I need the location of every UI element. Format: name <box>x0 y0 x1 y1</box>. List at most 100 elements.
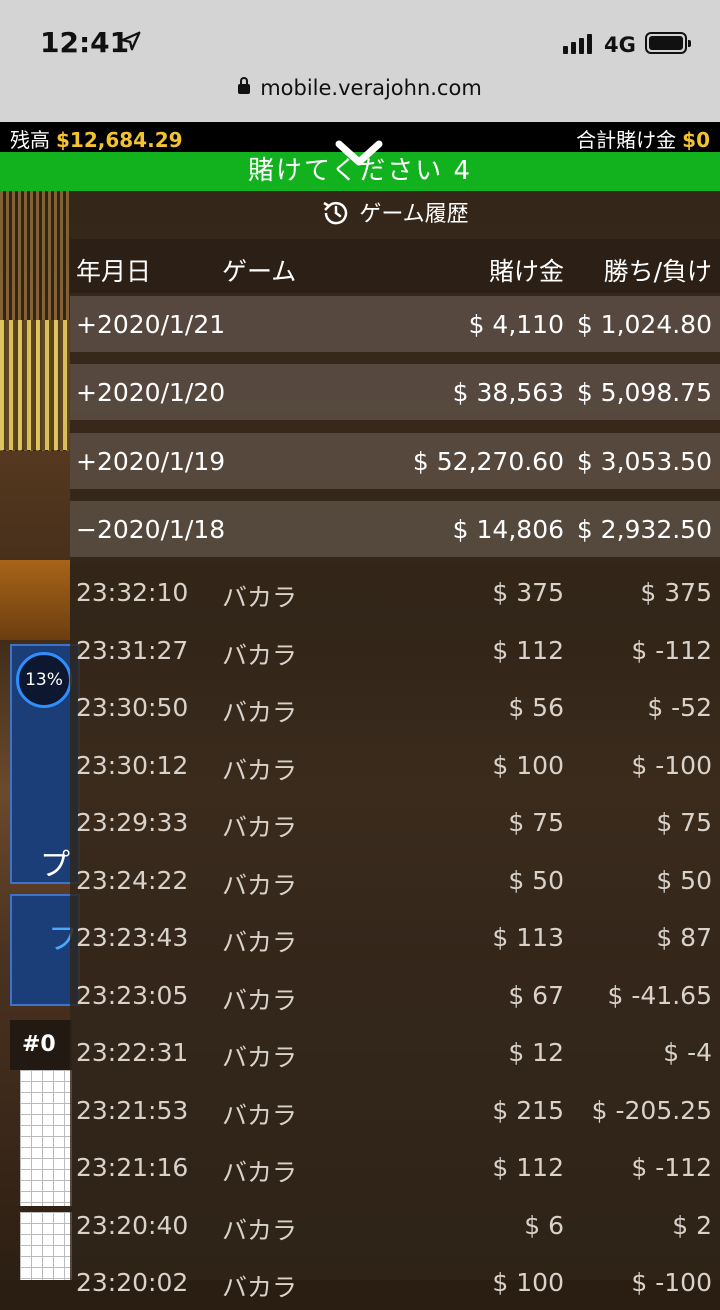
game-bet: $ 56 <box>508 693 564 722</box>
game-bet: $ 113 <box>492 923 564 952</box>
history-table-header: 年月日 ゲーム 賭け金 勝ち/負け <box>70 239 720 293</box>
game-history-title: ゲーム履歴 <box>70 191 720 239</box>
day-date: −2020/1/18 <box>76 515 226 544</box>
total-bet: 合計賭け金 $0 <box>576 124 710 153</box>
game-win-loss: $ 87 <box>656 923 712 952</box>
balance-label: 残高 <box>10 128 50 152</box>
history-game-row[interactable]: 23:21:16 バカラ $ 112 $ -112 <box>70 1138 720 1195</box>
game-win-loss: $ -52 <box>647 693 712 722</box>
game-bet: $ 67 <box>508 981 564 1010</box>
game-bet: $ 100 <box>492 751 564 780</box>
history-day-row[interactable]: +2020/1/20 $ 38,563 $ 5,098.75 <box>70 364 720 420</box>
day-date: +2020/1/21 <box>76 310 226 339</box>
game-time: 23:21:16 <box>76 1153 189 1182</box>
game-time: 23:20:02 <box>76 1268 189 1297</box>
url-text: mobile.verajohn.com <box>260 76 482 100</box>
game-bet: $ 112 <box>492 1153 564 1182</box>
game-name: バカラ <box>222 1101 298 1130</box>
game-time: 23:20:40 <box>76 1211 189 1240</box>
casino-lights-image <box>0 320 70 450</box>
game-win-loss: $ -205.25 <box>591 1096 712 1125</box>
game-time: 23:23:05 <box>76 981 189 1010</box>
day-win-loss: $ 3,053.50 <box>576 447 712 476</box>
history-game-row[interactable]: 23:20:02 バカラ $ 100 $ -100 <box>70 1253 720 1310</box>
game-bet: $ 6 <box>524 1211 564 1240</box>
column-header-date: 年月日 <box>76 257 152 286</box>
day-win-loss: $ 2,932.50 <box>576 515 712 544</box>
game-win-loss: $ 2 <box>672 1211 712 1240</box>
game-time: 23:31:27 <box>76 636 189 665</box>
game-name: バカラ <box>222 641 298 670</box>
column-header-bet: 賭け金 <box>488 257 564 286</box>
column-header-game: ゲーム <box>222 257 297 286</box>
game-time: 23:30:50 <box>76 693 189 722</box>
game-name: バカラ <box>222 928 298 957</box>
url-bar[interactable]: mobile.verajohn.com <box>0 76 720 100</box>
game-win-loss: $ -41.65 <box>607 981 712 1010</box>
battery-icon <box>645 32 691 54</box>
game-bet: $ 112 <box>492 636 564 665</box>
game-name: バカラ <box>222 871 298 900</box>
game-bet: $ 12 <box>508 1038 564 1067</box>
game-name: バカラ <box>222 1158 298 1187</box>
scoreboard-grid <box>20 1212 72 1280</box>
game-history-title-text: ゲーム履歴 <box>359 202 469 227</box>
day-date: +2020/1/19 <box>76 447 226 476</box>
game-win-loss: $ -100 <box>631 751 712 780</box>
history-game-row[interactable]: 23:21:53 バカラ $ 215 $ -205.25 <box>70 1081 720 1138</box>
game-time: 23:22:31 <box>76 1038 189 1067</box>
history-game-row[interactable]: 23:30:12 バカラ $ 100 $ -100 <box>70 736 720 793</box>
history-game-row[interactable]: 23:30:50 バカラ $ 56 $ -52 <box>70 678 720 735</box>
cellular-signal-icon <box>563 34 592 54</box>
game-bet: $ 375 <box>492 578 564 607</box>
road-label: #0 <box>10 1020 72 1070</box>
balance-value: $12,684.29 <box>56 128 183 152</box>
history-game-row[interactable]: 23:20:40 バカラ $ 6 $ 2 <box>70 1196 720 1253</box>
game-name: バカラ <box>222 583 298 612</box>
history-day-row[interactable]: +2020/1/19 $ 52,270.60 $ 3,053.50 <box>70 433 720 489</box>
status-bar: 12:41 4G mobile.verajohn.com <box>0 0 720 122</box>
chevron-down-icon[interactable] <box>333 136 385 170</box>
game-time: 23:24:22 <box>76 866 189 895</box>
history-game-row[interactable]: 23:29:33 バカラ $ 75 $ 75 <box>70 793 720 850</box>
clock: 12:41 <box>40 26 130 59</box>
game-time: 23:23:43 <box>76 923 189 952</box>
game-name: バカラ <box>222 1043 298 1072</box>
game-name: バカラ <box>222 756 298 785</box>
scoreboard-grid <box>20 1070 72 1206</box>
lock-icon <box>238 77 251 94</box>
game-name: バカラ <box>222 1273 298 1302</box>
history-day-row[interactable]: −2020/1/18 $ 14,806 $ 2,932.50 <box>70 501 720 557</box>
history-game-row[interactable]: 23:22:31 バカラ $ 12 $ -4 <box>70 1023 720 1080</box>
day-bet: $ 38,563 <box>452 378 564 407</box>
table-edge <box>0 560 70 640</box>
game-history-panel: ゲーム履歴 年月日 ゲーム 賭け金 勝ち/負け +2020/1/21 $ 4,1… <box>70 191 720 1302</box>
history-game-row[interactable]: 23:23:05 バカラ $ 67 $ -41.65 <box>70 966 720 1023</box>
game-name: バカラ <box>222 698 298 727</box>
network-type: 4G <box>604 33 636 57</box>
history-day-row[interactable]: +2020/1/21 $ 4,110 $ 1,024.80 <box>70 296 720 352</box>
game-name: バカラ <box>222 813 298 842</box>
game-win-loss: $ -112 <box>631 636 712 665</box>
day-win-loss: $ 1,024.80 <box>576 310 712 339</box>
history-game-row[interactable]: 23:23:43 バカラ $ 113 $ 87 <box>70 908 720 965</box>
game-time: 23:32:10 <box>76 578 189 607</box>
day-bet: $ 4,110 <box>468 310 564 339</box>
game-bet: $ 50 <box>508 866 564 895</box>
history-game-row[interactable]: 23:31:27 バカラ $ 112 $ -112 <box>70 621 720 678</box>
total-bet-label: 合計賭け金 <box>576 128 677 152</box>
game-time: 23:29:33 <box>76 808 189 837</box>
total-bet-value: $0 <box>682 128 710 152</box>
player-label: プ <box>40 848 70 883</box>
bet-percentage: 13% <box>16 652 72 708</box>
history-game-row[interactable]: 23:32:10 バカラ $ 375 $ 375 <box>70 563 720 620</box>
history-game-row[interactable]: 23:24:22 バカラ $ 50 $ 50 <box>70 851 720 908</box>
balance: 残高 $12,684.29 <box>10 124 183 153</box>
game-win-loss: $ 50 <box>656 866 712 895</box>
day-bet: $ 52,270.60 <box>412 447 564 476</box>
game-win-loss: $ -112 <box>631 1153 712 1182</box>
day-win-loss: $ 5,098.75 <box>576 378 712 407</box>
column-header-win-loss: 勝ち/負け <box>603 257 712 286</box>
game-win-loss: $ -100 <box>631 1268 712 1297</box>
game-win-loss: $ 75 <box>656 808 712 837</box>
